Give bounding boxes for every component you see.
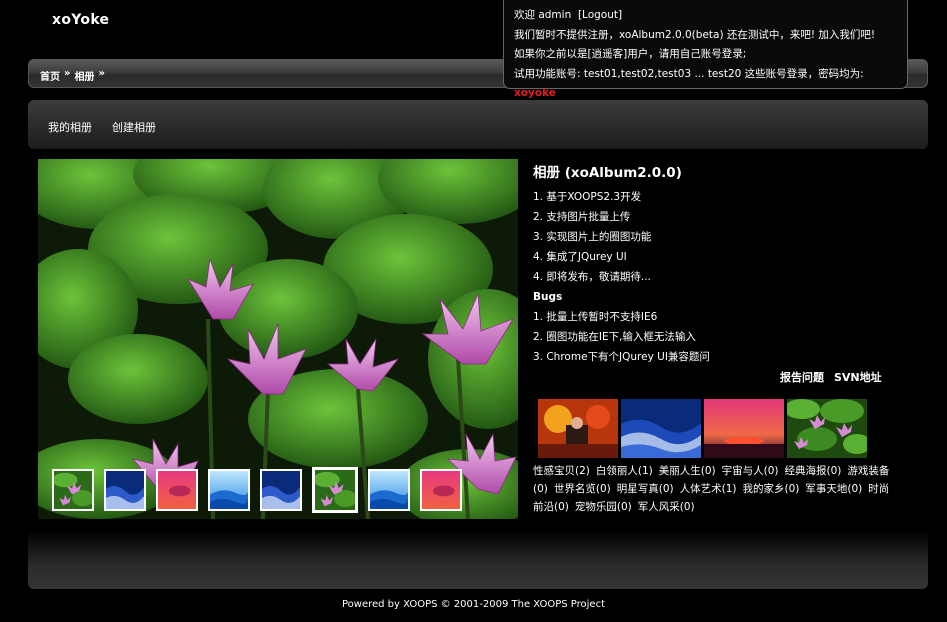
main-photo[interactable] (38, 159, 518, 519)
feature-item: 3. 实现图片上的圈图功能 (533, 231, 652, 243)
album-thumb-lotus-image[interactable] (787, 399, 867, 458)
category-link[interactable]: 人体艺术(1) (680, 483, 737, 495)
category-link[interactable]: 我的家乡(0) (743, 483, 800, 495)
site-title[interactable]: xoYoke (52, 12, 109, 28)
album-thumb-poster-image[interactable] (538, 399, 618, 458)
pink-sunset-icon (422, 471, 460, 509)
album-thumbnails (538, 399, 867, 458)
nav-panel: 我的相册 创建相册 (28, 100, 928, 149)
thumbnail-blue-mountain[interactable] (208, 469, 250, 511)
breadcrumb-current[interactable]: 相册 (74, 68, 94, 83)
feature-item: 2. 支持图片批量上传 (533, 211, 631, 223)
notice-line: 我们暂时不提供注册，xoAlbum2.0.0(beta) 还在测试中，来吧! 加… (514, 28, 876, 41)
bug-list: 1. 批量上传暂时不支持IE6 2. 圈图功能在IE下,输入框无法输入 3. Chr… (533, 307, 893, 367)
album-thumb-wave-image[interactable] (621, 399, 701, 458)
lotus-photo-image (38, 159, 518, 519)
notice-password: xoyoke (514, 87, 556, 99)
thumbnail-strip (52, 467, 462, 513)
album-thumb-sunset-image[interactable] (704, 399, 784, 458)
thumbnail-blue-mountain[interactable] (368, 469, 410, 511)
thumbnail-blue-wave[interactable] (260, 469, 302, 511)
category-link[interactable]: 白领丽人(1) (596, 465, 653, 477)
breadcrumb-separator: » (64, 68, 71, 79)
notice-box: 欢迎 admin [Logout] 我们暂时不提供注册，xoAlbum2.0.0… (503, 0, 908, 99)
category-link[interactable]: 经典海报(0) (785, 465, 842, 477)
category-link[interactable]: 性感宝贝(2) (533, 465, 590, 477)
nav-create-album[interactable]: 创建相册 (112, 119, 156, 135)
bottom-panel (28, 530, 928, 589)
logout-link[interactable]: [Logout] (578, 9, 622, 21)
album-info: 相册 (xoAlbum2.0.0) 1. 基于XOOPS2.3开发 2. 支持图片… (533, 161, 893, 367)
svn-link[interactable]: SVN地址 (834, 369, 882, 385)
welcome-text: 欢迎 admin (514, 9, 572, 21)
category-link[interactable]: 世界名览(0) (554, 483, 611, 495)
feature-item: 4. 集成了JQurey UI (533, 251, 627, 263)
report-issue-link[interactable]: 报告问题 (780, 369, 824, 385)
category-link[interactable]: 宇宙与人(0) (722, 465, 779, 477)
category-link[interactable]: 军人风采(0) (638, 501, 695, 513)
bug-item: 2. 圈图功能在IE下,输入框无法输入 (533, 331, 696, 343)
bugs-heading: Bugs (533, 291, 563, 303)
lotus-icon (52, 471, 94, 509)
blue-wave-icon (106, 471, 144, 509)
category-link[interactable]: 军事天地(0) (805, 483, 862, 495)
blue-mountain-icon (210, 471, 248, 509)
category-link[interactable]: 明星写真(0) (617, 483, 674, 495)
thumbnail-pink-sunset[interactable] (156, 469, 198, 511)
project-links: 报告问题 SVN地址 (780, 369, 882, 385)
category-link[interactable]: 美丽人生(0) (659, 465, 716, 477)
album-title: 相册 (xoAlbum2.0.0) (533, 165, 682, 181)
notice-line: 如果你之前以是[逍遥客]用户，请用自己账号登录; (514, 48, 747, 60)
bug-item: 3. Chrome下有个JQurey UI兼容题问 (533, 351, 710, 363)
feature-item: 4. 即将发布，敬请期待... (533, 271, 651, 283)
feature-list: 1. 基于XOOPS2.3开发 2. 支持图片批量上传 3. 实现图片上的圈图功能 4… (533, 187, 893, 287)
lotus-icon (313, 470, 357, 510)
nav-my-albums[interactable]: 我的相册 (48, 119, 92, 135)
thumbnail-pink-sunset[interactable] (420, 469, 462, 511)
footer: Powered by XOOPS © 2001-2009 The XOOPS P… (341, 599, 605, 610)
notice-welcome-line: 欢迎 admin [Logout] (514, 6, 897, 26)
notice-accounts: 试用功能账号: test01,test02,test03 ... test20 … (514, 67, 864, 80)
blue-wave-icon (262, 471, 300, 509)
breadcrumb: 首页 » 相册 » (40, 68, 105, 83)
breadcrumb-home[interactable]: 首页 (40, 68, 60, 83)
category-list: 性感宝贝(2) 白领丽人(1) 美丽人生(0) 宇宙与人(0) 经典海报(0) 游戏装备(… (533, 462, 895, 516)
thumbnail-blue-wave[interactable] (104, 469, 146, 511)
category-link[interactable]: 宠物乐园(0) (575, 501, 632, 513)
breadcrumb-separator: » (98, 68, 105, 79)
pink-sunset-icon (158, 471, 196, 509)
thumbnail-lotus[interactable] (312, 467, 358, 513)
feature-item: 1. 基于XOOPS2.3开发 (533, 191, 642, 203)
bug-item: 1. 批量上传暂时不支持IE6 (533, 311, 658, 323)
thumbnail-lotus[interactable] (52, 469, 94, 511)
blue-mountain-icon (370, 471, 408, 509)
notice-line: 试用功能账号: test01,test02,test03 ... test20 … (514, 65, 897, 104)
